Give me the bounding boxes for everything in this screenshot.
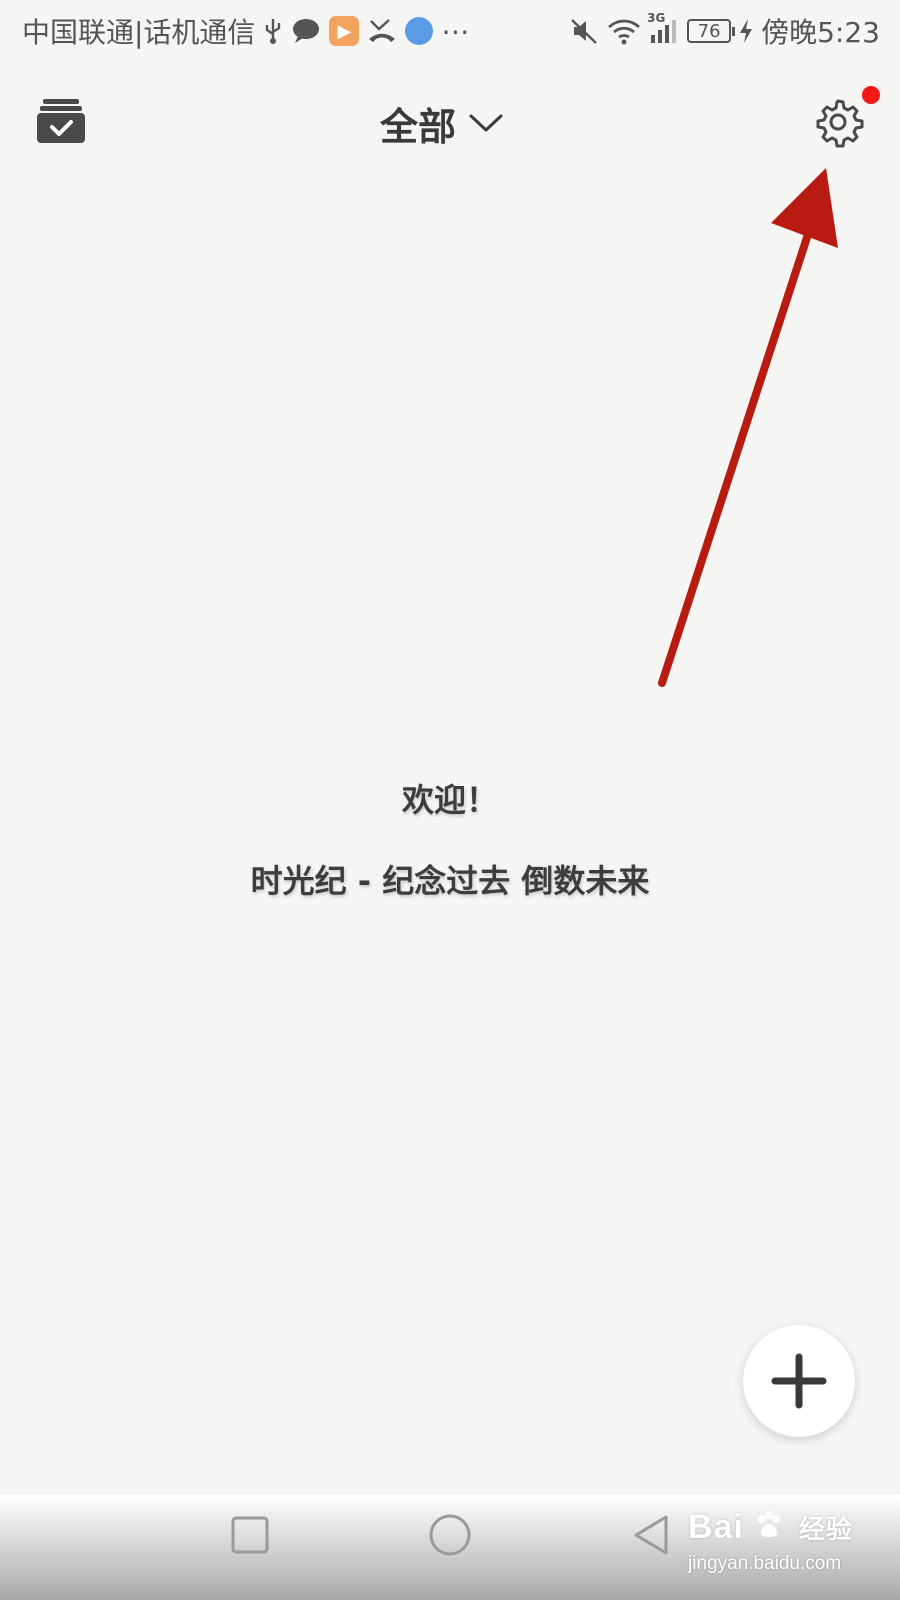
more-icon: ⋯ bbox=[441, 14, 470, 48]
app-bar: 全部 bbox=[0, 62, 900, 182]
status-bar-right: 3G 76 傍晚5:23 bbox=[569, 11, 880, 51]
charging-icon bbox=[739, 18, 753, 44]
welcome-heading: 欢迎！ bbox=[401, 781, 498, 819]
carrier-label: 中国联通|话机通信 bbox=[22, 16, 256, 49]
archive-button[interactable] bbox=[34, 95, 88, 149]
home-icon bbox=[429, 1514, 471, 1556]
settings-button[interactable] bbox=[812, 86, 880, 148]
baidu-jingyan-watermark: Bai 经验 jingyan.baidu.com bbox=[688, 1508, 888, 1588]
usb-icon bbox=[263, 17, 283, 45]
back-icon bbox=[634, 1515, 668, 1555]
add-button[interactable] bbox=[743, 1325, 855, 1437]
watermark-logo-text: Bai bbox=[688, 1508, 744, 1546]
clock: 傍晚5:23 bbox=[761, 16, 880, 49]
gear-icon bbox=[816, 99, 864, 148]
recent-apps-button[interactable] bbox=[230, 1515, 270, 1559]
missed-call-icon bbox=[367, 17, 397, 45]
paw-icon bbox=[758, 1511, 781, 1537]
plus-icon bbox=[771, 1353, 827, 1409]
network-type-label: 3G bbox=[647, 11, 666, 25]
mute-icon bbox=[569, 17, 599, 45]
browser-icon bbox=[405, 17, 434, 45]
page-title: 全部 bbox=[380, 104, 457, 149]
watermark-url: jingyan.baidu.com bbox=[688, 1553, 842, 1574]
notification-dot bbox=[862, 86, 880, 104]
status-bar: 中国联通|话机通信 ▶ ⋯ 3G 76 傍晚5:23 bbox=[0, 0, 900, 62]
signal-icon: 3G bbox=[647, 11, 679, 45]
home-button[interactable] bbox=[428, 1513, 472, 1561]
wifi-icon bbox=[607, 17, 641, 45]
back-button[interactable] bbox=[630, 1513, 674, 1561]
recent-apps-icon bbox=[231, 1516, 269, 1554]
video-app-icon: ▶ bbox=[329, 16, 360, 46]
message-icon bbox=[291, 17, 321, 45]
battery-icon: 76 bbox=[687, 19, 736, 43]
watermark-suffix: 经验 bbox=[798, 1514, 853, 1544]
tagline-text: 时光纪 - 纪念过去 倒数未来 bbox=[250, 862, 650, 900]
archive-check-icon bbox=[37, 99, 85, 143]
chevron-down-icon bbox=[469, 114, 503, 132]
battery-level: 76 bbox=[697, 20, 721, 42]
category-dropdown[interactable]: 全部 bbox=[380, 97, 504, 149]
status-bar-left: 中国联通|话机通信 ▶ ⋯ bbox=[22, 11, 469, 51]
watermark-logo: Bai 经验 bbox=[688, 1508, 888, 1547]
